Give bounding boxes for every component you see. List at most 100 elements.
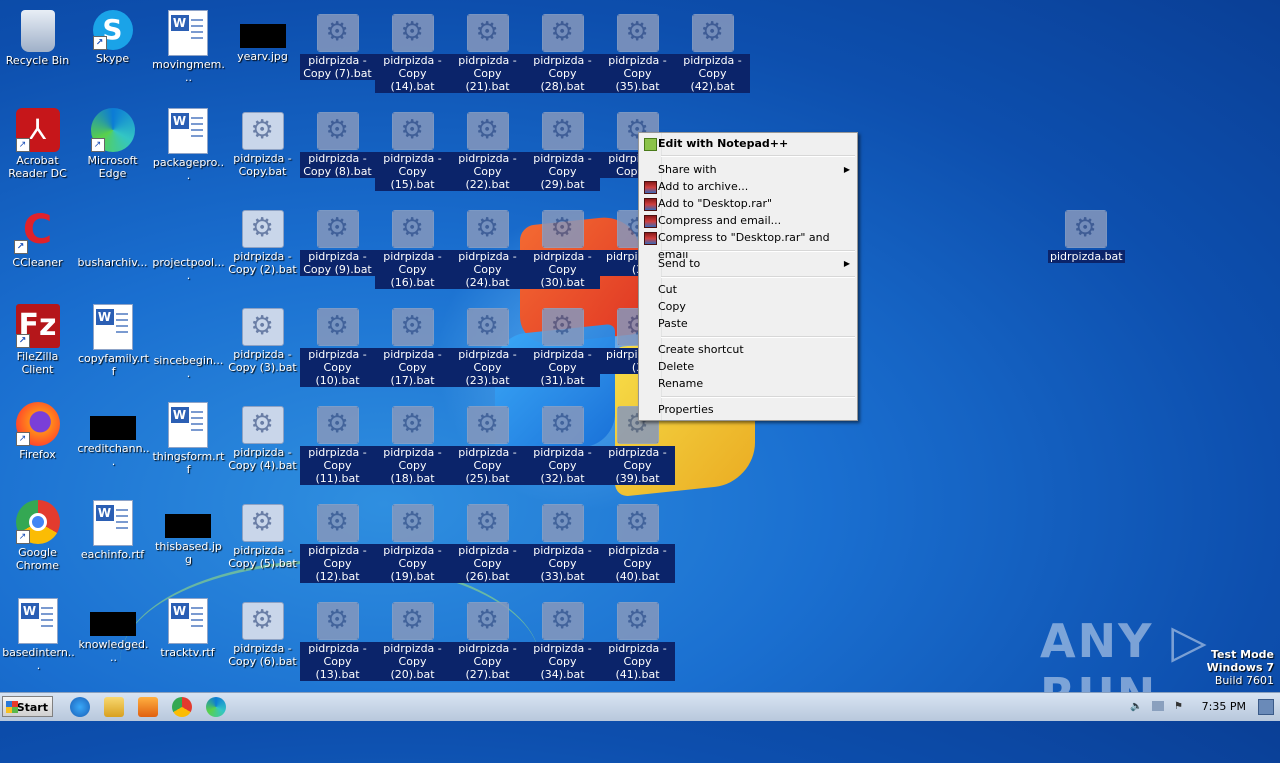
ccleaner-desktop-icon[interactable]: C ↗ CCleaner	[0, 202, 75, 269]
edge-desktop-icon[interactable]: ↗ Microsoft Edge	[75, 104, 150, 180]
bat-desktop-icon[interactable]: pidrpizda - Copy (42).bat	[675, 6, 750, 93]
bat-desktop-icon[interactable]: pidrpizda - Copy (33).bat	[525, 496, 600, 583]
bat-desktop-icon[interactable]: pidrpizda - Copy (21).bat	[450, 6, 525, 93]
menu-item-compress-rar-email[interactable]: Compress to "Desktop.rar" and email	[642, 229, 854, 261]
bat-desktop-icon[interactable]: pidrpizda.bat	[1048, 202, 1125, 263]
black-desktop-icon[interactable]: knowledged...	[75, 594, 150, 664]
word-desktop-icon[interactable]: eachinfo.rtf	[75, 496, 150, 561]
bat-desktop-icon[interactable]: pidrpizda - Copy (8).bat	[300, 104, 375, 178]
menu-item-copy[interactable]: Copy	[642, 298, 854, 315]
bat-desktop-icon[interactable]: pidrpizda - Copy (18).bat	[375, 398, 450, 485]
menu-item-delete[interactable]: Delete	[642, 358, 854, 375]
bat-desktop-icon[interactable]: pidrpizda - Copy (32).bat	[525, 398, 600, 485]
black-desktop-icon[interactable]: yearv.jpg	[225, 6, 300, 63]
bat-desktop-icon[interactable]: pidrpizda - Copy (12).bat	[300, 496, 375, 583]
start-button[interactable]: Start	[2, 696, 53, 717]
desktop-icon-label: pidrpizda - Copy (12).bat	[300, 544, 375, 583]
show-desktop-button[interactable]	[1258, 699, 1274, 715]
bat-desktop-icon[interactable]: pidrpizda - Copy (14).bat	[375, 6, 450, 93]
bat-icon	[466, 210, 509, 248]
desktop-icon-label: pidrpizda - Copy (26).bat	[450, 544, 525, 583]
clock[interactable]: 7:35 PM	[1202, 700, 1246, 713]
menu-item-add-archive[interactable]: Add to archive...	[642, 178, 854, 195]
menu-item-create-shortcut[interactable]: Create shortcut	[642, 341, 854, 358]
blank-desktop-icon[interactable]: sincebegin....	[150, 300, 225, 380]
bat-desktop-icon[interactable]: pidrpizda - Copy (5).bat	[225, 496, 300, 570]
word-desktop-icon[interactable]: copyfamily.rtf	[75, 300, 150, 378]
word-desktop-icon[interactable]: packagepro...	[150, 104, 225, 182]
desktop-icon-label: pidrpizda - Copy (32).bat	[525, 446, 600, 485]
speaker-icon[interactable]: 🔈	[1130, 701, 1142, 713]
bat-desktop-icon[interactable]: pidrpizda - Copy (41).bat	[600, 594, 675, 681]
word-icon	[167, 402, 208, 448]
bat-desktop-icon[interactable]: pidrpizda - Copy (30).bat	[525, 202, 600, 289]
bat-desktop-icon[interactable]: pidrpizda - Copy (3).bat	[225, 300, 300, 374]
media-player-icon[interactable]	[138, 697, 158, 717]
bat-desktop-icon[interactable]: pidrpizda - Copy (16).bat	[375, 202, 450, 289]
word-desktop-icon[interactable]: tracktv.rtf	[150, 594, 225, 659]
bat-desktop-icon[interactable]: pidrpizda - Copy (29).bat	[525, 104, 600, 191]
firefox-desktop-icon[interactable]: ↗ Firefox	[0, 398, 75, 461]
black-desktop-icon[interactable]: creditchann...	[75, 398, 150, 468]
bat-icon	[241, 406, 284, 444]
desktop-icon-label: pidrpizda.bat	[1048, 250, 1125, 263]
bat-desktop-icon[interactable]: pidrpizda - Copy (15).bat	[375, 104, 450, 191]
word-desktop-icon[interactable]: basedintern...	[0, 594, 75, 672]
blank-desktop-icon[interactable]: projectpool....	[150, 202, 225, 282]
chrome-taskbar-icon[interactable]	[172, 697, 192, 717]
chrome-desktop-icon[interactable]: ↗ Google Chrome	[0, 496, 75, 572]
filezilla-desktop-icon[interactable]: Fz ↗ FileZilla Client	[0, 300, 75, 376]
bat-desktop-icon[interactable]: pidrpizda - Copy (26).bat	[450, 496, 525, 583]
bat-icon	[466, 504, 509, 542]
desktop-icon-label: Acrobat Reader DC	[8, 154, 67, 180]
bat-desktop-icon[interactable]: pidrpizda - Copy (4).bat	[225, 398, 300, 472]
desktop-icon-label: thisbased.jpg	[155, 540, 222, 566]
bat-desktop-icon[interactable]: pidrpizda - Copy (20).bat	[375, 594, 450, 681]
bat-desktop-icon[interactable]: pidrpizda - Copy (25).bat	[450, 398, 525, 485]
bat-desktop-icon[interactable]: pidrpizda - Copy (28).bat	[525, 6, 600, 93]
bat-desktop-icon[interactable]: pidrpizda - Copy (10).bat	[300, 300, 375, 387]
menu-item-properties[interactable]: Properties	[642, 401, 854, 418]
menu-item-cut[interactable]: Cut	[642, 281, 854, 298]
word-desktop-icon[interactable]: movingmem...	[150, 6, 225, 84]
menu-item-send-to[interactable]: Send to ▶	[642, 255, 854, 272]
bat-desktop-icon[interactable]: pidrpizda - Copy.bat	[225, 104, 300, 178]
bat-desktop-icon[interactable]: pidrpizda - Copy (19).bat	[375, 496, 450, 583]
black-icon	[89, 612, 136, 636]
bat-desktop-icon[interactable]: pidrpizda - Copy (22).bat	[450, 104, 525, 191]
internet-explorer-icon[interactable]	[70, 697, 90, 717]
bat-desktop-icon[interactable]: pidrpizda - Copy (27).bat	[450, 594, 525, 681]
menu-item-edit-notepad[interactable]: Edit with Notepad++	[642, 135, 854, 152]
firefox-icon: ↗	[15, 402, 60, 446]
recycle-desktop-icon[interactable]: Recycle Bin	[0, 6, 75, 67]
bat-desktop-icon[interactable]: pidrpizda - Copy (34).bat	[525, 594, 600, 681]
menu-item-add-rar[interactable]: Add to "Desktop.rar"	[642, 195, 854, 212]
edge-taskbar-icon[interactable]	[206, 697, 226, 717]
bat-desktop-icon[interactable]: pidrpizda - Copy (11).bat	[300, 398, 375, 485]
desktop-icon-label: busharchiv...	[77, 256, 148, 269]
menu-item-share-with[interactable]: Share with ▶	[642, 161, 854, 178]
bat-desktop-icon[interactable]: pidrpizda - Copy (17).bat	[375, 300, 450, 387]
network-icon[interactable]	[1152, 701, 1164, 711]
menu-item-compress-email[interactable]: Compress and email...	[642, 212, 854, 229]
blank-desktop-icon[interactable]: busharchiv...	[75, 202, 150, 269]
bat-desktop-icon[interactable]: pidrpizda - Copy (23).bat	[450, 300, 525, 387]
bat-desktop-icon[interactable]: pidrpizda - Copy (2).bat	[225, 202, 300, 276]
acrobat-desktop-icon[interactable]: ⅄ ↗ Acrobat Reader DC	[0, 104, 75, 180]
bat-desktop-icon[interactable]: pidrpizda - Copy (40).bat	[600, 496, 675, 583]
skype-desktop-icon[interactable]: S ↗ Skype	[75, 6, 150, 65]
word-desktop-icon[interactable]: thingsform.rtf	[150, 398, 225, 476]
bat-desktop-icon[interactable]: pidrpizda - Copy (6).bat	[225, 594, 300, 668]
bat-desktop-icon[interactable]: pidrpizda - Copy (24).bat	[450, 202, 525, 289]
menu-item-paste[interactable]: Paste	[642, 315, 854, 332]
menu-item-rename[interactable]: Rename	[642, 375, 854, 392]
bat-desktop-icon[interactable]: pidrpizda - Copy (9).bat	[300, 202, 375, 276]
bat-desktop-icon[interactable]: pidrpizda - Copy (31).bat	[525, 300, 600, 387]
bat-icon	[616, 14, 659, 52]
file-explorer-icon[interactable]	[104, 697, 124, 717]
action-center-flag-icon[interactable]: ⚑	[1174, 701, 1186, 713]
bat-desktop-icon[interactable]: pidrpizda - Copy (7).bat	[300, 6, 375, 80]
black-desktop-icon[interactable]: thisbased.jpg	[150, 496, 225, 566]
bat-desktop-icon[interactable]: pidrpizda - Copy (35).bat	[600, 6, 675, 93]
bat-desktop-icon[interactable]: pidrpizda - Copy (13).bat	[300, 594, 375, 681]
